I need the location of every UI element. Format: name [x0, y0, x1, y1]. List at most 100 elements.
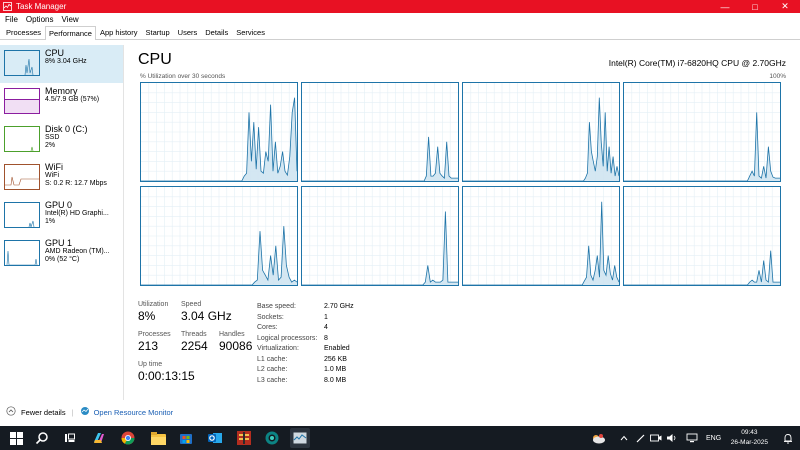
- fewer-details-button[interactable]: Fewer details: [6, 406, 66, 418]
- spec-value: 1.0 MB: [324, 366, 347, 373]
- cpu-model-name: Intel(R) Core(TM) i7-6820HQ CPU @ 2.70GH…: [608, 58, 786, 68]
- weather-icon[interactable]: [590, 430, 606, 446]
- task-manager-taskbar-icon[interactable]: [290, 428, 310, 448]
- file-explorer-icon[interactable]: [150, 430, 166, 446]
- core-graph: [623, 82, 781, 182]
- spec-value: 1: [324, 313, 328, 321]
- spec-value: 8: [324, 334, 328, 342]
- sidebar-item-disk[interactable]: Disk 0 (C:) SSD 2%: [0, 121, 123, 159]
- window-title: Task Manager: [16, 2, 67, 11]
- spec-label: Base speed:: [257, 303, 296, 310]
- tab-details[interactable]: Details: [201, 25, 232, 39]
- sidebar-disk-line1: SSD: [45, 134, 60, 141]
- task-view-icon[interactable]: [62, 430, 78, 446]
- speed-value: 3.04 GHz: [181, 309, 232, 323]
- sidebar-item-memory[interactable]: Memory 4.5/7.9 GB (57%): [0, 83, 123, 121]
- gpu1-thumbnail: [4, 240, 40, 266]
- chevron-up-tray-icon[interactable]: [616, 430, 632, 446]
- chrome-icon[interactable]: [120, 430, 136, 446]
- core-graph: [462, 82, 620, 182]
- chevron-up-icon: [6, 406, 16, 418]
- sidebar-gpu0-line2: 1%: [45, 218, 56, 226]
- app-icon[interactable]: [236, 430, 252, 446]
- clock-time: 09:43: [741, 429, 758, 436]
- menu-options[interactable]: Options: [26, 15, 54, 24]
- wifi-thumbnail: [4, 164, 40, 190]
- edge-icon[interactable]: [264, 430, 280, 446]
- microsoft-store-icon[interactable]: [178, 430, 194, 446]
- threads-label: Threads: [181, 331, 207, 338]
- language-label: ENG: [706, 434, 722, 442]
- copilot-icon[interactable]: [91, 430, 107, 446]
- core-graph: [462, 186, 620, 286]
- gpu0-thumbnail: [4, 202, 40, 229]
- utilization-value: 8%: [138, 309, 156, 323]
- sidebar-item-gpu1[interactable]: GPU 1 AMD Radeon (TM)... 0% (52 °C): [0, 235, 123, 273]
- tab-bar: Processes Performance App history Startu…: [0, 26, 800, 40]
- core-graph: [301, 82, 459, 182]
- spec-value: 2.70 GHz: [324, 303, 354, 310]
- core-graph: [140, 186, 298, 286]
- spec-label: L3 cache:: [257, 376, 288, 384]
- memory-thumbnail: [4, 88, 40, 114]
- resource-monitor-icon: [80, 406, 90, 418]
- clock-date: 26-Mar-2025: [730, 439, 768, 446]
- sidebar-gpu1-title: GPU 1: [45, 238, 73, 248]
- processes-value: 213: [138, 339, 159, 353]
- spec-label: L1 cache:: [257, 355, 288, 363]
- sidebar-cpu-title: CPU: [45, 48, 65, 58]
- spec-value: Enabled: [324, 345, 350, 352]
- cpu-thumbnail: [4, 50, 40, 76]
- maximize-button[interactable]: □: [740, 0, 770, 13]
- core-graph: [301, 186, 459, 286]
- open-resource-monitor-link[interactable]: Open Resource Monitor: [80, 406, 173, 418]
- sidebar-gpu0-title: GPU 0: [45, 200, 73, 210]
- sidebar-item-wifi[interactable]: WiFi WiFi S: 0.2 R: 12.7 Mbps: [0, 159, 123, 197]
- core-graphs-grid: [140, 82, 783, 288]
- spec-label: Logical processors:: [257, 334, 318, 342]
- language-indicator[interactable]: ENG: [706, 426, 721, 450]
- outlook-icon[interactable]: [207, 430, 223, 446]
- utilization-max-label: 100%: [769, 73, 786, 80]
- search-icon[interactable]: [34, 430, 50, 446]
- sidebar-gpu0-line1: Intel(R) HD Graphi...: [45, 210, 109, 217]
- tab-performance[interactable]: Performance: [45, 26, 96, 40]
- spec-label: Virtualization:: [257, 345, 299, 352]
- cpu-specs: Base speed: 2.70 GHz Sockets: 1 Cores: 4 Lo…: [257, 302, 354, 386]
- sidebar-disk-title: Disk 0 (C:): [45, 124, 88, 134]
- tab-services[interactable]: Services: [232, 25, 269, 39]
- sidebar-gpu1-line2: 0% (52 °C): [45, 256, 80, 264]
- menu-file[interactable]: File: [5, 15, 18, 24]
- menu-view[interactable]: View: [61, 15, 78, 24]
- speaker-icon[interactable]: [664, 430, 680, 446]
- spec-label: Cores:: [257, 324, 278, 331]
- core-graph: [623, 186, 781, 286]
- tab-app-history[interactable]: App history: [96, 25, 142, 39]
- minimize-button[interactable]: —: [710, 0, 740, 13]
- sidebar-item-gpu0[interactable]: GPU 0 Intel(R) HD Graphi... 1%: [0, 197, 123, 235]
- pen-icon[interactable]: [633, 430, 649, 446]
- tab-startup[interactable]: Startup: [141, 25, 173, 39]
- start-icon[interactable]: [8, 430, 24, 446]
- network-icon[interactable]: [684, 430, 700, 446]
- close-button[interactable]: ✕: [770, 0, 800, 13]
- spec-label: L2 cache:: [257, 366, 288, 373]
- spec-value: 8.0 MB: [324, 376, 347, 384]
- disk-thumbnail: [4, 126, 40, 152]
- utilization-caption: % Utilization over 30 seconds: [140, 73, 226, 80]
- spec-value: 256 KB: [324, 355, 347, 363]
- camera-icon[interactable]: [648, 430, 664, 446]
- speed-label: Speed: [181, 301, 202, 308]
- sidebar-item-cpu[interactable]: CPU 8% 3.04 GHz: [0, 45, 123, 83]
- sidebar-wifi-title: WiFi: [45, 162, 63, 172]
- cpu-panel: CPU Intel(R) Core(TM) i7-6820HQ CPU @ 2.…: [124, 45, 800, 400]
- sidebar-cpu-line1: 8% 3.04 GHz: [45, 58, 87, 65]
- tab-processes[interactable]: Processes: [2, 25, 45, 39]
- handles-label: Handles: [219, 331, 245, 338]
- sidebar-memory-title: Memory: [45, 86, 78, 96]
- page-title: CPU: [138, 51, 172, 68]
- notification-icon[interactable]: [780, 430, 796, 446]
- system-clock[interactable]: 09:43 26-Mar-2025: [731, 428, 768, 448]
- tab-users[interactable]: Users: [174, 25, 202, 39]
- processes-label: Processes: [138, 331, 171, 338]
